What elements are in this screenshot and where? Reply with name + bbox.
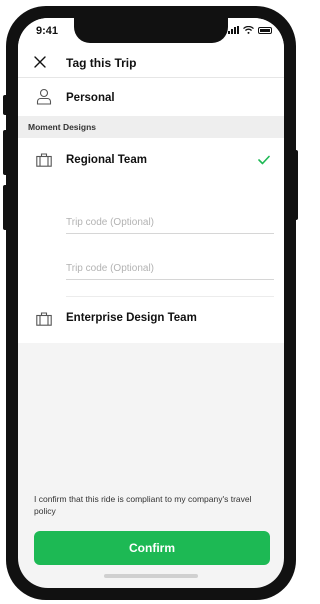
status-time: 9:41 bbox=[36, 25, 59, 37]
personal-option[interactable]: Personal bbox=[18, 84, 284, 114]
status-icons bbox=[228, 26, 272, 34]
trip-code-input-1[interactable] bbox=[66, 212, 274, 233]
header-bar: Tag this Trip bbox=[18, 48, 284, 78]
trip-code-field-1[interactable] bbox=[66, 212, 274, 234]
person-icon bbox=[36, 88, 52, 105]
signal-icon bbox=[228, 26, 239, 34]
close-icon[interactable] bbox=[32, 54, 48, 70]
confirm-button[interactable]: Confirm bbox=[34, 531, 270, 565]
power-button bbox=[292, 150, 298, 220]
briefcase-icon bbox=[36, 312, 52, 326]
check-icon bbox=[258, 155, 270, 165]
screen: 9:41 Tag this Trip Personal Moment Desig… bbox=[18, 18, 284, 588]
org-label-enterprise-design-team: Enterprise Design Team bbox=[66, 312, 197, 324]
section-header: Moment Designs bbox=[18, 116, 284, 138]
personal-label: Personal bbox=[66, 92, 115, 104]
wifi-icon bbox=[243, 26, 254, 34]
notch bbox=[74, 18, 228, 43]
briefcase-icon bbox=[36, 153, 52, 167]
battery-icon bbox=[258, 26, 272, 34]
trip-code-input-2[interactable] bbox=[66, 258, 274, 279]
compliance-text: I confirm that this ride is compliant to… bbox=[34, 494, 252, 516]
divider bbox=[66, 296, 274, 297]
home-indicator bbox=[104, 574, 198, 578]
mute-switch bbox=[3, 95, 9, 115]
org-label-regional-team: Regional Team bbox=[66, 154, 147, 166]
volume-up-button bbox=[3, 130, 9, 175]
organization-list: Regional Team Enterprise Design Team bbox=[18, 138, 284, 343]
volume-down-button bbox=[3, 185, 9, 230]
trip-code-field-2[interactable] bbox=[66, 258, 274, 280]
section-label: Moment Designs bbox=[28, 122, 97, 132]
page-title: Tag this Trip bbox=[66, 56, 137, 70]
